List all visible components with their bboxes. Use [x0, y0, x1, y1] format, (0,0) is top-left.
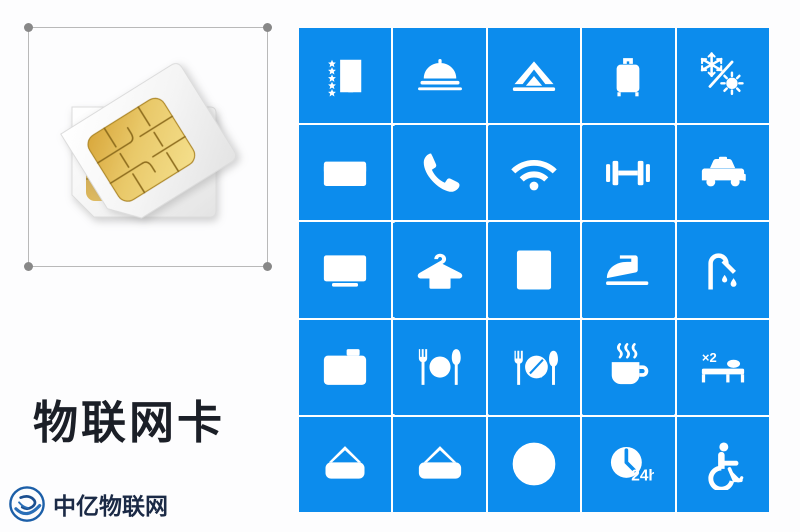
- tile-credit-card[interactable]: [299, 125, 392, 221]
- brand-name-label: 中亿物联网: [53, 494, 168, 520]
- tile-hotel-stars[interactable]: [299, 28, 392, 124]
- tile-double-bed[interactable]: ×2: [676, 319, 769, 415]
- tile-open-sign[interactable]: OPEN: [299, 416, 392, 512]
- amenity-icon-grid: 1 2 ×2 OPEN CLOSE 24: [299, 28, 769, 512]
- tile-close-sign[interactable]: CLOSE: [393, 416, 486, 512]
- tile-telephone[interactable]: [393, 125, 486, 221]
- tile-wifi[interactable]: [487, 125, 581, 221]
- tile-air-conditioning[interactable]: [676, 28, 769, 124]
- wheelchair-access-icon: [708, 442, 744, 491]
- screenshot-root: 物联网卡 中亿物联网 1 2 ×2 OPEN CLOSE 24: [0, 0, 800, 532]
- tile-camping[interactable]: [487, 28, 581, 124]
- selection-handle-bottom-left[interactable]: [24, 262, 33, 271]
- svg-text:×2: ×2: [702, 350, 717, 365]
- svg-text:24h: 24h: [632, 468, 655, 485]
- television-icon: [324, 255, 367, 287]
- tile-hot-drink[interactable]: [582, 319, 675, 415]
- product-image-panel: 物联网卡 中亿物联网: [0, 0, 290, 532]
- tent-camping-icon: [512, 60, 556, 91]
- sim-card-photo: [60, 63, 237, 219]
- page-title: 物联网卡: [33, 396, 226, 449]
- close-sign-icon: CLOSE: [418, 446, 461, 480]
- tile-room-service[interactable]: [393, 28, 486, 124]
- shower-icon: [708, 253, 737, 290]
- half-board-icon: 1 2: [514, 350, 558, 386]
- brand-logo: 中亿物联网: [8, 485, 168, 523]
- clothes-hanger-icon: [417, 253, 462, 289]
- selection-handle-top-right[interactable]: [263, 23, 272, 32]
- luggage-icon: [617, 57, 640, 96]
- tile-wheelchair-access[interactable]: [676, 416, 769, 512]
- credit-card-icon: [324, 161, 367, 186]
- no-smoking-icon: [512, 443, 556, 486]
- tile-no-smoking[interactable]: [487, 416, 581, 512]
- double-bed-icon: ×2: [701, 350, 744, 383]
- open-24h-clock-icon: 24h: [611, 447, 655, 485]
- tile-half-board[interactable]: 1 2: [487, 319, 581, 415]
- tile-restaurant[interactable]: [393, 319, 486, 415]
- selection-handle-top-left[interactable]: [24, 23, 33, 32]
- tile-gym[interactable]: [582, 125, 675, 221]
- wifi-icon: [511, 159, 557, 191]
- hotel-stars-icon: [328, 59, 362, 97]
- svg-text:CLOSE: CLOSE: [421, 466, 457, 478]
- tile-camera[interactable]: [299, 319, 392, 415]
- selection-handle-bottom-right[interactable]: [263, 262, 272, 271]
- open-sign-icon: OPEN: [325, 446, 365, 480]
- hot-drink-icon: [612, 343, 649, 385]
- tile-laundry[interactable]: [393, 222, 486, 318]
- restaurant-icon: [418, 349, 461, 386]
- iron-icon: [606, 255, 649, 286]
- camera-icon: [324, 349, 367, 386]
- tile-luggage[interactable]: [582, 28, 675, 124]
- washing-machine-icon: [516, 250, 552, 290]
- room-service-bell-icon: [417, 58, 462, 90]
- tile-shower[interactable]: [676, 222, 769, 318]
- zhongyi-swirl-logo-icon: [9, 486, 45, 522]
- tile-television[interactable]: [299, 222, 392, 318]
- tile-open-24h[interactable]: 24h: [582, 416, 675, 512]
- telephone-icon: [423, 153, 460, 192]
- svg-text:2: 2: [535, 367, 542, 381]
- air-conditioning-icon: [700, 51, 744, 95]
- tile-ironing[interactable]: [582, 222, 675, 318]
- tile-taxi[interactable]: [676, 125, 769, 221]
- dumbbell-gym-icon: [606, 160, 651, 185]
- tile-washing-machine[interactable]: [487, 222, 581, 318]
- svg-text:OPEN: OPEN: [329, 466, 361, 478]
- taxi-icon: [701, 156, 746, 187]
